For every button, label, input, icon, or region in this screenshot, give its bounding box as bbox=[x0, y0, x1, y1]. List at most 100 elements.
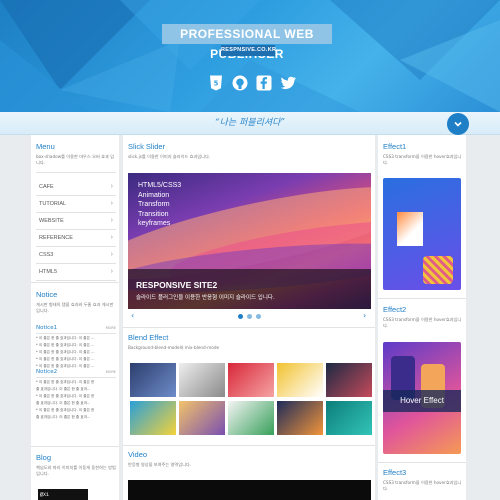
menu-item-label: CAFE bbox=[39, 184, 54, 190]
gallery-tile[interactable] bbox=[228, 401, 274, 435]
menu-item-label: CSS3 bbox=[39, 252, 54, 258]
letter-r-graphic bbox=[397, 212, 423, 246]
tab-notice1[interactable]: Notice1 MORE bbox=[36, 325, 116, 334]
list-item[interactable]: 줄 효과입니다. 이 줄은 한 줄 효과... bbox=[36, 415, 116, 421]
main-column: Slick Slider slick.js를 이용한 이미지 슬라이드 효과입니… bbox=[123, 135, 375, 500]
blog-desc: 책넘도와 따라 이미지를 이동게 동한하는 방법입니다. bbox=[36, 465, 116, 476]
chevron-right-icon: › bbox=[110, 200, 113, 207]
notice-title: Notice bbox=[36, 290, 58, 299]
effect2-title: Effect2 bbox=[383, 305, 407, 314]
chevron-right-icon: › bbox=[110, 183, 113, 190]
gallery-tile[interactable] bbox=[130, 363, 176, 397]
list-item[interactable]: 줄 효과입니다. 이 줄은 한 줄 효과... bbox=[36, 387, 116, 393]
effect1-desc: CSS3 transform을 이용한 hover효과입니다. bbox=[383, 154, 462, 165]
divider bbox=[378, 298, 466, 299]
list-item[interactable]: * 이 줄은 한 줄 효과입니다. 이 줄은 한 bbox=[36, 394, 116, 400]
chevron-right-icon: › bbox=[110, 251, 113, 258]
notice1-label: Notice1 bbox=[36, 325, 58, 331]
menu-item-html5[interactable]: HTML5 › bbox=[36, 264, 116, 281]
chevron-right-icon: › bbox=[110, 234, 113, 241]
gallery-tile[interactable] bbox=[130, 401, 176, 435]
html5-icon[interactable]: 5 bbox=[207, 74, 225, 92]
notice-desc: 게시판 형태의 탭을 효과와 두줄 효과 게시판 입니다. bbox=[36, 302, 114, 313]
notice2-board: Notice2 MORE * 이 줄은 한 줄 효과입니다. 이 줄은 한 줄 … bbox=[36, 369, 116, 420]
brand-title[interactable]: PROFESSIONAL WEB PUBLIHSER bbox=[162, 24, 332, 61]
list-item[interactable]: * 이 줄은 한 줄 효과입니다. 이 줄은 한 bbox=[36, 380, 116, 386]
svg-text:5: 5 bbox=[214, 79, 219, 87]
menu-desc: box-shadow를 이용한 마우스 오버 효과 입니다. bbox=[36, 154, 115, 165]
hover-effect-overlay: Hover Effect bbox=[383, 390, 461, 412]
gallery-tile[interactable] bbox=[326, 401, 372, 435]
slide-caption-subtitle: 슬라이드 플러그인을 이용한 반응형 이미지 슬라이드 입니다. bbox=[136, 295, 275, 301]
site-header: PROFESSIONAL WEB PUBLIHSER RESPNSIVE.CO.… bbox=[0, 0, 500, 112]
effect3-title: Effect3 bbox=[383, 468, 407, 477]
menu-item-tutorial[interactable]: TUTORIAL › bbox=[36, 196, 116, 213]
notice1-board: Notice1 MORE * 이 줄은 한 줄 효과입니다. 이 줄은 ... … bbox=[36, 325, 116, 369]
facebook-icon[interactable] bbox=[255, 74, 273, 92]
slide-keywords: HTML5/CSS3 Animation Transform Transitio… bbox=[138, 181, 181, 229]
slide-word: Transform bbox=[138, 201, 170, 208]
slider-dot-1[interactable] bbox=[238, 314, 243, 319]
notice1-more-link[interactable]: MORE bbox=[106, 326, 116, 330]
slick-title: Slick Slider bbox=[128, 142, 166, 151]
menu-item-label: REFERENCE bbox=[39, 235, 73, 241]
effect2-image[interactable]: Hover Effect bbox=[383, 342, 461, 454]
slider-next-arrow[interactable]: › bbox=[363, 311, 366, 320]
slide-word: keyframes bbox=[138, 220, 171, 227]
divider bbox=[31, 282, 119, 283]
menu-item-label: TUTORIAL bbox=[39, 201, 67, 207]
slide-caption-title: RESPONSIVE SITE2 bbox=[136, 280, 218, 290]
blog-thumbnail[interactable]: @X1 bbox=[38, 489, 88, 500]
menu-item-label: WEBSITE bbox=[39, 218, 64, 224]
gallery-tile[interactable] bbox=[179, 401, 225, 435]
scroll-down-button[interactable] bbox=[447, 113, 469, 135]
menu-item-reference[interactable]: REFERENCE › bbox=[36, 230, 116, 247]
menu-item-css3[interactable]: CSS3 › bbox=[36, 247, 116, 264]
slider-controls: ‹ › bbox=[128, 309, 371, 323]
notice2-more-link[interactable]: MORE bbox=[106, 370, 116, 374]
tab-notice2[interactable]: Notice2 MORE bbox=[36, 369, 116, 378]
gallery-tile[interactable] bbox=[326, 363, 372, 397]
effect2-desc: CSS3 transform을 이용한 hover효과입니다. bbox=[383, 317, 462, 328]
list-item[interactable]: * 이 줄은 한 줄 효과입니다. 이 줄은 ... bbox=[36, 350, 116, 356]
slide-word: Transition bbox=[138, 210, 169, 218]
list-item[interactable]: * 이 줄은 한 줄 효과입니다. 이 줄은 한 bbox=[36, 408, 116, 414]
list-item[interactable]: * 이 줄은 한 줄 효과입니다. 이 줄은 ... bbox=[36, 357, 116, 363]
gallery-tile[interactable] bbox=[277, 401, 323, 435]
gallery-tile[interactable] bbox=[277, 363, 323, 397]
blog-title: Blog bbox=[36, 453, 52, 462]
slider-dot-2[interactable] bbox=[247, 314, 252, 319]
domain-label: RESPNSIVE.CO.KR bbox=[221, 45, 276, 56]
image-slider[interactable]: HTML5/CSS3 Animation Transform Transitio… bbox=[128, 173, 371, 309]
blend-desc: Background-blend-mode와 mix-blend-mode bbox=[128, 345, 220, 350]
list-item[interactable]: 줄 효과입니다. 이 줄은 한 줄 효과... bbox=[36, 401, 116, 407]
slider-dot-3[interactable] bbox=[256, 314, 261, 319]
divider bbox=[31, 446, 119, 447]
slide-caption: RESPONSIVE SITE2 슬라이드 플러그인을 이용한 반응형 이미지 … bbox=[128, 269, 371, 309]
github-icon[interactable] bbox=[231, 74, 249, 92]
gallery-tile[interactable] bbox=[228, 363, 274, 397]
slide-word: HTML5/CSS3 bbox=[138, 182, 182, 189]
divider bbox=[36, 172, 116, 173]
twitter-icon[interactable] bbox=[279, 74, 297, 92]
slider-prev-arrow[interactable]: ‹ bbox=[131, 311, 134, 320]
right-column: Effect1 CSS3 transform을 이용한 hover효과입니다. … bbox=[378, 135, 466, 500]
gallery-tile[interactable] bbox=[179, 363, 225, 397]
left-column: Menu box-shadow를 이용한 마우스 오버 효과 입니다. CAFE… bbox=[31, 135, 119, 500]
quote-text: “나는 퍼블리셔다” bbox=[214, 118, 286, 128]
chevron-right-icon: › bbox=[110, 217, 113, 224]
list-item[interactable]: * 이 줄은 한 줄 효과입니다. 이 줄은 ... bbox=[36, 343, 116, 349]
effect1-image[interactable] bbox=[383, 178, 461, 290]
menu-item-cafe[interactable]: CAFE › bbox=[36, 179, 116, 196]
menu-item-website[interactable]: WEBSITE › bbox=[36, 213, 116, 230]
slick-desc: slick.js를 이용한 이미지 슬라이드 효과입니다. bbox=[128, 154, 211, 159]
menu-item-label: HTML5 bbox=[39, 269, 58, 275]
divider bbox=[378, 462, 466, 463]
list-item[interactable]: * 이 줄은 한 줄 효과입니다. 이 줄은 ... bbox=[36, 336, 116, 342]
slide-word: Animation bbox=[138, 191, 170, 199]
divider bbox=[123, 327, 375, 328]
effect1-title: Effect1 bbox=[383, 142, 407, 151]
effect3-desc: CSS3 transform을 이용한 hover효과입니다. bbox=[383, 480, 462, 491]
video-player[interactable] bbox=[128, 480, 371, 500]
chevron-down-icon bbox=[454, 121, 462, 127]
